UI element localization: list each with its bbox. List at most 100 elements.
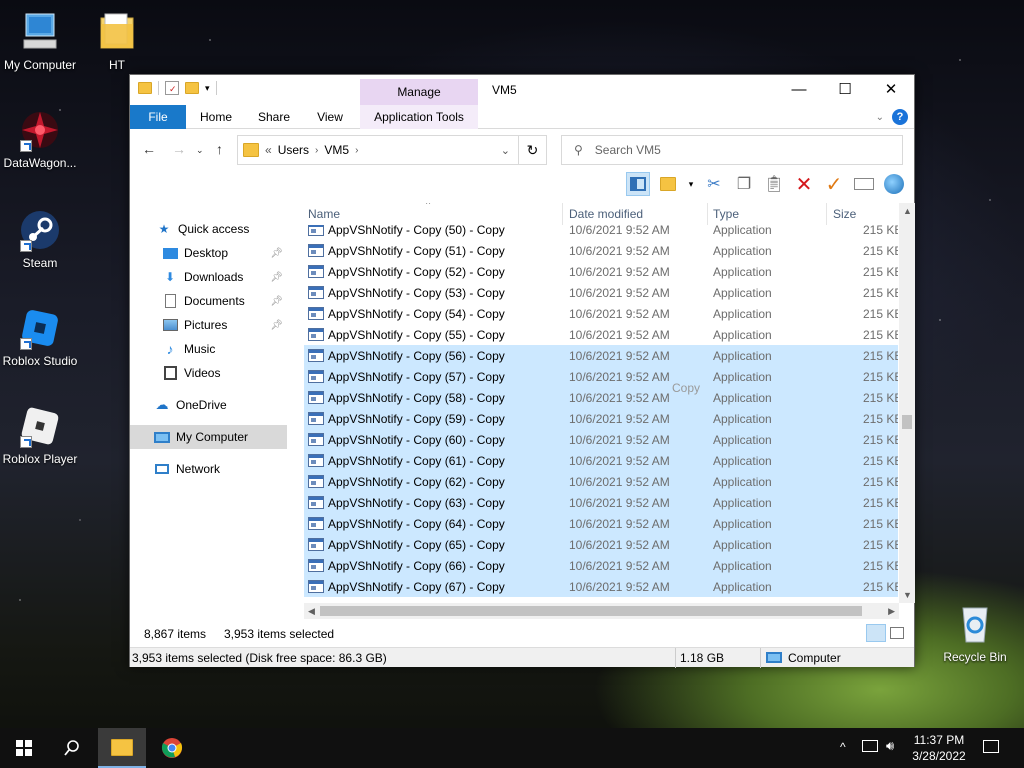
table-row[interactable]: AppVShNotify - Copy (66) - Copy 10/6/2021… [304, 555, 898, 576]
horizontal-scrollbar[interactable]: ◀ ▶ [304, 603, 899, 619]
vertical-scroll-thumb[interactable] [902, 415, 912, 429]
breadcrumb-vm5[interactable]: VM5 [324, 143, 349, 157]
notifications-icon[interactable] [983, 740, 999, 753]
up-button[interactable]: ↑ [216, 141, 223, 157]
vertical-scrollbar[interactable]: ▲ ▼ [899, 203, 915, 603]
pin-icon[interactable]: 📌︎ [270, 296, 283, 307]
address-bar[interactable]: « Users › VM5 › ⌄ [237, 135, 519, 165]
nav-desktop[interactable]: Desktop 📌︎ [130, 241, 287, 265]
table-row[interactable]: AppVShNotify - Copy (62) - Copy 10/6/2021… [304, 471, 898, 492]
table-row[interactable]: AppVShNotify - Copy (52) - Copy 10/6/2021… [304, 261, 898, 282]
table-row[interactable]: AppVShNotify - Copy (65) - Copy 10/6/2021… [304, 534, 898, 555]
nav-network[interactable]: Network [130, 457, 287, 481]
minimize-button[interactable]: — [776, 75, 822, 105]
column-date-modified[interactable]: Date modified [569, 207, 643, 221]
scroll-down-icon[interactable]: ▼ [903, 590, 912, 600]
column-divider[interactable] [562, 203, 563, 225]
column-size[interactable]: Size [833, 207, 856, 221]
checkmark-icon[interactable]: ✓ [822, 172, 846, 196]
forward-button[interactable]: → [172, 141, 186, 157]
details-view-icon[interactable] [866, 624, 886, 642]
desktop-icon-ht[interactable]: HT [77, 10, 157, 72]
table-row[interactable]: AppVShNotify - Copy (59) - Copy 10/6/2021… [304, 408, 898, 429]
breadcrumb-users[interactable]: Users [278, 143, 309, 157]
desktop-icon-recycle-bin[interactable]: Recycle Bin [935, 602, 1015, 664]
nav-onedrive[interactable]: ☁ OneDrive [130, 393, 287, 417]
nav-my-computer[interactable]: My Computer [130, 425, 287, 449]
table-row[interactable]: AppVShNotify - Copy (67) - Copy 10/6/2021… [304, 576, 898, 597]
start-button[interactable] [0, 728, 48, 768]
table-row[interactable]: AppVShNotify - Copy (53) - Copy 10/6/2021… [304, 282, 898, 303]
table-row[interactable]: AppVShNotify - Copy (63) - Copy 10/6/2021… [304, 492, 898, 513]
horizontal-scroll-thumb[interactable] [320, 606, 862, 616]
recent-locations-button[interactable]: ⌄ [196, 145, 204, 156]
volume-icon[interactable]: 🔊︎ [886, 738, 894, 754]
table-row[interactable]: AppVShNotify - Copy (60) - Copy 10/6/2021… [304, 429, 898, 450]
table-row[interactable]: AppVShNotify - Copy (64) - Copy 10/6/2021… [304, 513, 898, 534]
tab-view[interactable]: View [306, 105, 354, 129]
column-divider[interactable] [826, 203, 827, 225]
search-box[interactable]: ⚲ Search VM5 [561, 135, 903, 165]
desktop-icon-steam[interactable]: Steam [0, 208, 80, 270]
cut-icon[interactable]: ✂ [702, 172, 726, 196]
search-input[interactable]: Search VM5 [595, 143, 661, 157]
pin-icon[interactable]: 📌︎ [270, 320, 283, 331]
nav-downloads[interactable]: ⬇ Downloads 📌︎ [130, 265, 287, 289]
tab-file[interactable]: File [130, 105, 186, 129]
globe-icon[interactable] [882, 172, 906, 196]
title-bar[interactable]: ✓ ▾ Manage VM5 — ☐ ✕ [130, 75, 914, 105]
desktop-icon-roblox-player[interactable]: Roblox Player [0, 404, 80, 466]
back-button[interactable]: ← [142, 141, 156, 157]
taskbar-file-explorer[interactable] [98, 728, 146, 768]
new-folder-icon[interactable] [656, 172, 680, 196]
scroll-up-icon[interactable]: ▲ [903, 206, 912, 216]
large-icons-view-icon[interactable] [890, 627, 904, 639]
table-row[interactable]: AppVShNotify - Copy (55) - Copy 10/6/2021… [304, 324, 898, 345]
network-icon[interactable] [862, 740, 878, 752]
table-row[interactable]: AppVShNotify - Copy (61) - Copy 10/6/2021… [304, 450, 898, 471]
tab-share[interactable]: Share [248, 105, 300, 129]
desktop-icon-datawagon[interactable]: DataWagon... [0, 108, 80, 170]
rename-icon[interactable] [852, 172, 876, 196]
nav-quick-access[interactable]: ★ Quick access [130, 217, 287, 241]
desktop-icon-my-computer[interactable]: My Computer [0, 10, 80, 72]
manage-contextual-tab[interactable]: Manage [360, 79, 478, 105]
pin-icon[interactable]: 📌︎ [270, 272, 283, 283]
paste-icon[interactable]: 📋︎ [762, 172, 786, 196]
chevron-down-icon[interactable]: ▾ [686, 172, 696, 196]
tab-application-tools[interactable]: Application Tools [360, 105, 478, 129]
chevron-right-icon[interactable]: › [315, 145, 318, 156]
column-divider[interactable] [707, 203, 708, 225]
copy-icon[interactable]: ❐ [732, 172, 756, 196]
address-overflow[interactable]: « [265, 143, 272, 157]
pin-icon[interactable]: 📌︎ [270, 248, 283, 259]
search-button[interactable] [48, 728, 96, 768]
table-row[interactable]: AppVShNotify - Copy (57) - Copy 10/6/2021… [304, 366, 898, 387]
maximize-button[interactable]: ☐ [822, 75, 868, 105]
column-type[interactable]: Type [713, 207, 739, 221]
scroll-right-icon[interactable]: ▶ [888, 606, 895, 617]
tab-home[interactable]: Home [190, 105, 242, 129]
table-row[interactable]: AppVShNotify - Copy (51) - Copy 10/6/2021… [304, 240, 898, 261]
expand-ribbon-icon[interactable]: ⌄ [876, 112, 884, 123]
help-icon[interactable]: ? [892, 109, 908, 125]
table-row[interactable]: AppVShNotify - Copy (54) - Copy 10/6/2021… [304, 303, 898, 324]
properties-icon[interactable]: ✓ [165, 81, 179, 95]
customize-qat-icon[interactable]: ▾ [205, 83, 210, 94]
preview-pane-icon[interactable] [626, 172, 650, 196]
new-folder-icon[interactable] [185, 82, 199, 94]
scroll-left-icon[interactable]: ◀ [308, 606, 315, 617]
chevron-right-icon[interactable]: › [355, 145, 358, 156]
table-row[interactable]: AppVShNotify - Copy (56) - Copy 10/6/2021… [304, 345, 898, 366]
refresh-button[interactable]: ↻ [519, 135, 547, 165]
address-dropdown-icon[interactable]: ⌄ [501, 144, 510, 157]
column-name[interactable]: Name [308, 207, 340, 221]
table-row[interactable]: AppVShNotify - Copy (58) - Copy 10/6/2021… [304, 387, 898, 408]
desktop-icon-roblox-studio[interactable]: Roblox Studio [0, 306, 80, 368]
show-hidden-icons-icon[interactable]: ^ [840, 740, 846, 754]
close-button[interactable]: ✕ [868, 75, 914, 105]
taskbar-chrome[interactable] [148, 728, 196, 768]
delete-icon[interactable]: ✕ [792, 172, 816, 196]
nav-pictures[interactable]: Pictures 📌︎ [130, 313, 287, 337]
nav-videos[interactable]: Videos [130, 361, 287, 385]
